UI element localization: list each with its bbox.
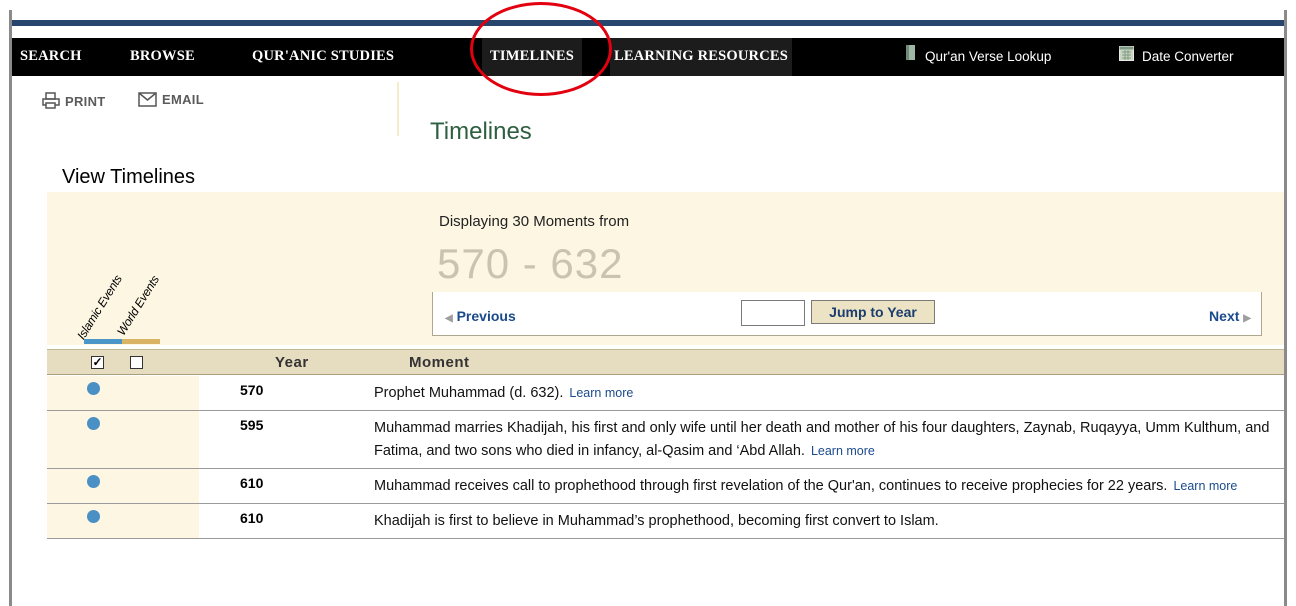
page-frame: SEARCH BROWSE QUR'ANIC STUDIES TIMELINES…: [9, 10, 1287, 606]
row-moment: Muhammad receives call to prophethood th…: [374, 469, 1279, 503]
table-row: 610 Muhammad receives call to prophethoo…: [47, 469, 1284, 504]
displaying-caption: Displaying 30 Moments from: [439, 213, 630, 230]
row-indicator-cell: [47, 469, 199, 503]
page-title: Timelines: [430, 118, 532, 145]
table-row: 570 Prophet Muhammad (d. 632). Learn more: [47, 376, 1284, 411]
jump-to-year-button[interactable]: Jump to Year: [811, 300, 935, 324]
sidebar-title: View Timelines: [62, 166, 196, 188]
row-moment: Prophet Muhammad (d. 632). Learn more: [374, 376, 1279, 410]
islamic-event-dot: [87, 382, 100, 395]
quran-verse-lookup-link[interactable]: Qur'an Verse Lookup: [905, 38, 1051, 76]
table-header: ✓ Year Moment: [47, 349, 1284, 375]
next-label: Next: [1209, 308, 1240, 324]
row-indicator-cell: [47, 376, 199, 410]
nav-timelines[interactable]: TIMELINES: [482, 38, 582, 76]
book-icon: [905, 38, 917, 76]
table-row: 595 Muhammad marries Khadijah, his first…: [47, 411, 1284, 469]
header-divider: [397, 82, 399, 136]
moment-text: Khadijah is first to believe in Muhammad…: [374, 513, 939, 529]
date-converter-link[interactable]: Date Converter: [1119, 38, 1234, 76]
envelope-icon: [138, 92, 157, 110]
islamic-events-color-bar: [84, 339, 122, 344]
left-triangle-icon: ◀: [445, 313, 453, 324]
print-link[interactable]: PRINT: [42, 92, 106, 112]
learn-more-link[interactable]: Learn more: [811, 444, 875, 458]
year-range: 570 - 632: [437, 240, 624, 287]
row-year: 610: [240, 475, 264, 491]
previous-link[interactable]: ◀ Previous: [445, 308, 516, 324]
top-strip: [12, 10, 1284, 20]
row-year: 570: [240, 382, 264, 398]
moment-text: Prophet Muhammad (d. 632).: [374, 385, 564, 401]
nav-search[interactable]: SEARCH: [20, 38, 82, 76]
islamic-event-dot: [87, 475, 100, 488]
moment-text: Muhammad receives call to prophethood th…: [374, 478, 1168, 494]
world-events-color-bar: [122, 339, 160, 344]
table-row: 610 Khadijah is first to believe in Muha…: [47, 504, 1284, 539]
nav-quranic-studies[interactable]: QUR'ANIC STUDIES: [252, 38, 394, 76]
nav-browse[interactable]: BROWSE: [130, 38, 195, 76]
row-indicator-cell: [47, 411, 199, 468]
nav-learning-resources[interactable]: LEARNING RESOURCES: [610, 38, 793, 76]
world-events-checkbox[interactable]: [130, 356, 143, 369]
islamic-event-dot: [87, 417, 100, 430]
pager: ◀ Previous Jump to Year Next ▶: [432, 292, 1262, 336]
next-link[interactable]: Next ▶: [1209, 308, 1251, 324]
email-label: EMAIL: [162, 92, 204, 107]
learn-more-link[interactable]: Learn more: [1173, 479, 1237, 493]
moment-column-header: Moment: [409, 354, 470, 371]
row-year: 595: [240, 417, 264, 433]
calendar-icon: [1119, 38, 1134, 76]
main-nav: SEARCH BROWSE QUR'ANIC STUDIES TIMELINES…: [12, 38, 1284, 76]
row-moment: Khadijah is first to believe in Muhammad…: [374, 504, 1279, 538]
islamic-event-dot: [87, 510, 100, 523]
previous-label: Previous: [456, 308, 516, 324]
right-triangle-icon: ▶: [1243, 313, 1251, 324]
printer-icon: [42, 92, 60, 112]
header-accent-bar: [12, 20, 1284, 26]
row-moment: Muhammad marries Khadijah, his first and…: [374, 411, 1279, 468]
year-input[interactable]: [741, 300, 805, 326]
email-link[interactable]: EMAIL: [138, 92, 204, 110]
quran-verse-lookup-label: Qur'an Verse Lookup: [925, 49, 1052, 64]
learn-more-link[interactable]: Learn more: [569, 386, 633, 400]
timeline-table: 570 Prophet Muhammad (d. 632). Learn more…: [47, 376, 1284, 539]
date-converter-label: Date Converter: [1142, 49, 1234, 64]
year-column-header: Year: [275, 354, 309, 371]
print-label: PRINT: [65, 94, 106, 109]
row-indicator-cell: [47, 504, 199, 538]
row-year: 610: [240, 510, 264, 526]
islamic-events-checkbox[interactable]: ✓: [91, 356, 104, 369]
